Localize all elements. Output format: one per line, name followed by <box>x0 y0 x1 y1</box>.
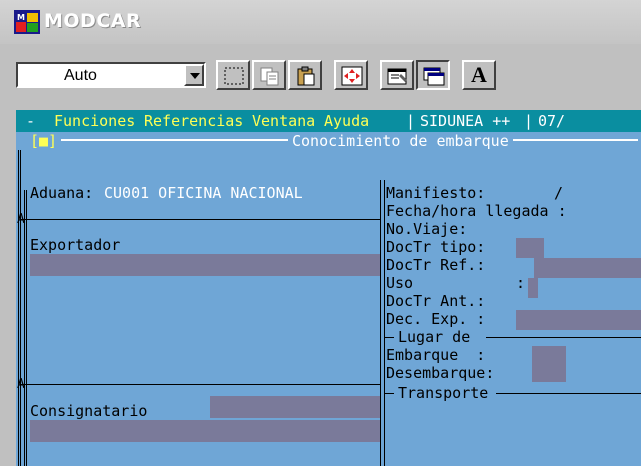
viaje-label: No.Viaje: <box>386 220 468 238</box>
move-icon <box>341 66 363 86</box>
form-title-row: [■] Conocimiento de embarque <box>16 132 641 150</box>
consignatario-label: Consignatario <box>30 402 148 420</box>
menu-funciones[interactable]: Funciones <box>54 112 135 130</box>
menu-separator: | <box>406 112 416 130</box>
terminal-area: - Funciones Referencias Ventana Ayuda | … <box>16 110 641 466</box>
divider <box>384 180 385 466</box>
select-frame-button[interactable] <box>216 60 250 90</box>
app-icon: M <box>14 10 40 34</box>
window-icon <box>423 67 445 86</box>
consignatario-address-field[interactable] <box>30 420 380 442</box>
dec-exp-label: Dec. Exp. : <box>386 310 486 328</box>
doctr-ref-field[interactable] <box>534 258 641 278</box>
uso-label: Uso <box>386 274 414 292</box>
form-panel: Aduana: CU001 OFICINA NACIONAL A Exporta… <box>16 150 641 466</box>
manifiesto-separator: / <box>554 184 564 202</box>
desembarque-label: Desembarque: <box>386 364 495 382</box>
dec-exp-field[interactable] <box>516 310 641 330</box>
font-button[interactable]: A <box>462 60 496 90</box>
title-bar: M MODCAR <box>0 0 641 44</box>
embarque-field[interactable] <box>532 346 566 382</box>
date-text: 07/ <box>538 112 566 130</box>
font-icon: A <box>471 62 487 87</box>
marker: A <box>17 377 25 392</box>
uso-colon: : <box>516 274 526 292</box>
select-frame-icon <box>224 67 244 85</box>
doctr-tipo-field[interactable] <box>516 238 544 258</box>
properties-icon <box>387 68 407 85</box>
divider <box>384 337 394 338</box>
divider <box>20 219 380 220</box>
doctr-ref-label: DocTr Ref.: <box>386 256 486 274</box>
close-box-icon[interactable]: [■] <box>26 132 62 150</box>
fecha-label: Fecha/hora llegada : <box>386 202 567 220</box>
divider <box>18 150 21 466</box>
embarque-label: Embarque : <box>386 346 486 364</box>
menu-system[interactable]: - <box>26 112 35 130</box>
menu-bar: - Funciones Referencias Ventana Ayuda | … <box>16 110 641 132</box>
svg-text:M: M <box>17 13 25 22</box>
window-title: MODCAR <box>44 10 142 32</box>
system-name: SIDUNEA ++ <box>420 112 511 130</box>
manifiesto-label: Manifiesto: <box>386 184 486 202</box>
divider <box>20 384 380 385</box>
move-button[interactable] <box>334 60 368 90</box>
marker: A <box>17 212 25 227</box>
doctr-ant-label: DocTr Ant.: <box>386 292 486 310</box>
copy-button[interactable] <box>252 60 286 90</box>
divider <box>24 190 27 466</box>
lugar-section-label: Lugar de <box>398 328 471 346</box>
consignatario-field[interactable] <box>210 396 380 418</box>
exportador-label: Exportador <box>30 236 121 254</box>
form-title: Conocimiento de embarque <box>288 132 513 150</box>
aduana-value[interactable]: CU001 OFICINA NACIONAL <box>104 184 303 202</box>
divider <box>380 180 381 466</box>
properties-button[interactable] <box>380 60 414 90</box>
font-size-combo[interactable]: Auto <box>16 62 206 88</box>
combo-value: Auto <box>64 67 97 84</box>
divider <box>384 393 394 394</box>
chevron-down-icon <box>190 73 200 79</box>
window-button[interactable] <box>416 60 450 90</box>
divider <box>496 393 641 394</box>
menu-ventana[interactable]: Ventana <box>252 112 315 130</box>
paste-button[interactable] <box>288 60 322 90</box>
combo-dropdown-button[interactable] <box>184 64 204 86</box>
divider <box>486 337 641 338</box>
uso-field[interactable] <box>528 278 538 298</box>
transporte-section-label: Transporte <box>398 384 489 402</box>
menu-separator: | <box>524 112 534 130</box>
exportador-field[interactable] <box>30 254 380 276</box>
menu-ayuda[interactable]: Ayuda <box>324 112 369 130</box>
paste-icon <box>297 66 315 86</box>
doctr-tipo-label: DocTr tipo: <box>386 238 486 256</box>
menu-referencias[interactable]: Referencias <box>144 112 243 130</box>
aduana-label: Aduana: <box>30 184 94 202</box>
copy-icon <box>260 67 279 86</box>
